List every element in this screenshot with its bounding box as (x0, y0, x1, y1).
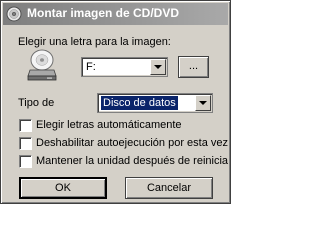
chevron-down-icon (199, 101, 207, 105)
ok-button[interactable]: OK (19, 177, 107, 199)
title-bar[interactable]: Montar imagen de CD/DVD (3, 3, 228, 25)
drive-letter-dropdown[interactable]: F: (81, 57, 168, 77)
browse-button[interactable]: ... (178, 56, 209, 78)
keep-drive-label: Mantener la unidad después de reinicia (36, 155, 229, 167)
chevron-down-icon (154, 65, 162, 69)
auto-letter-label: Elegir letras automáticamente (36, 119, 182, 131)
dropdown-arrow-button[interactable] (150, 59, 166, 75)
window-title: Montar imagen de CD/DVD (27, 6, 180, 20)
dropdown-arrow-button[interactable] (195, 95, 211, 111)
disc-drive-icon (27, 49, 57, 81)
type-value: Disco de datos (101, 96, 178, 110)
drive-letter-label: Elegir una letra para la imagen: (18, 36, 171, 48)
drive-letter-value: F: (86, 61, 96, 73)
cd-dvd-icon (6, 6, 22, 22)
disable-autorun-label: Deshabilitar autoejecución por esta vez (36, 137, 229, 149)
disable-autorun-checkbox[interactable] (19, 137, 32, 150)
mount-image-dialog: Montar imagen de CD/DVD Elegir una letra… (0, 0, 231, 204)
type-label: Tipo de (18, 97, 55, 109)
keep-drive-checkbox[interactable] (19, 155, 32, 168)
cancel-button[interactable]: Cancelar (125, 177, 213, 199)
auto-letter-checkbox[interactable] (19, 119, 32, 132)
type-dropdown[interactable]: Disco de datos (97, 93, 213, 113)
